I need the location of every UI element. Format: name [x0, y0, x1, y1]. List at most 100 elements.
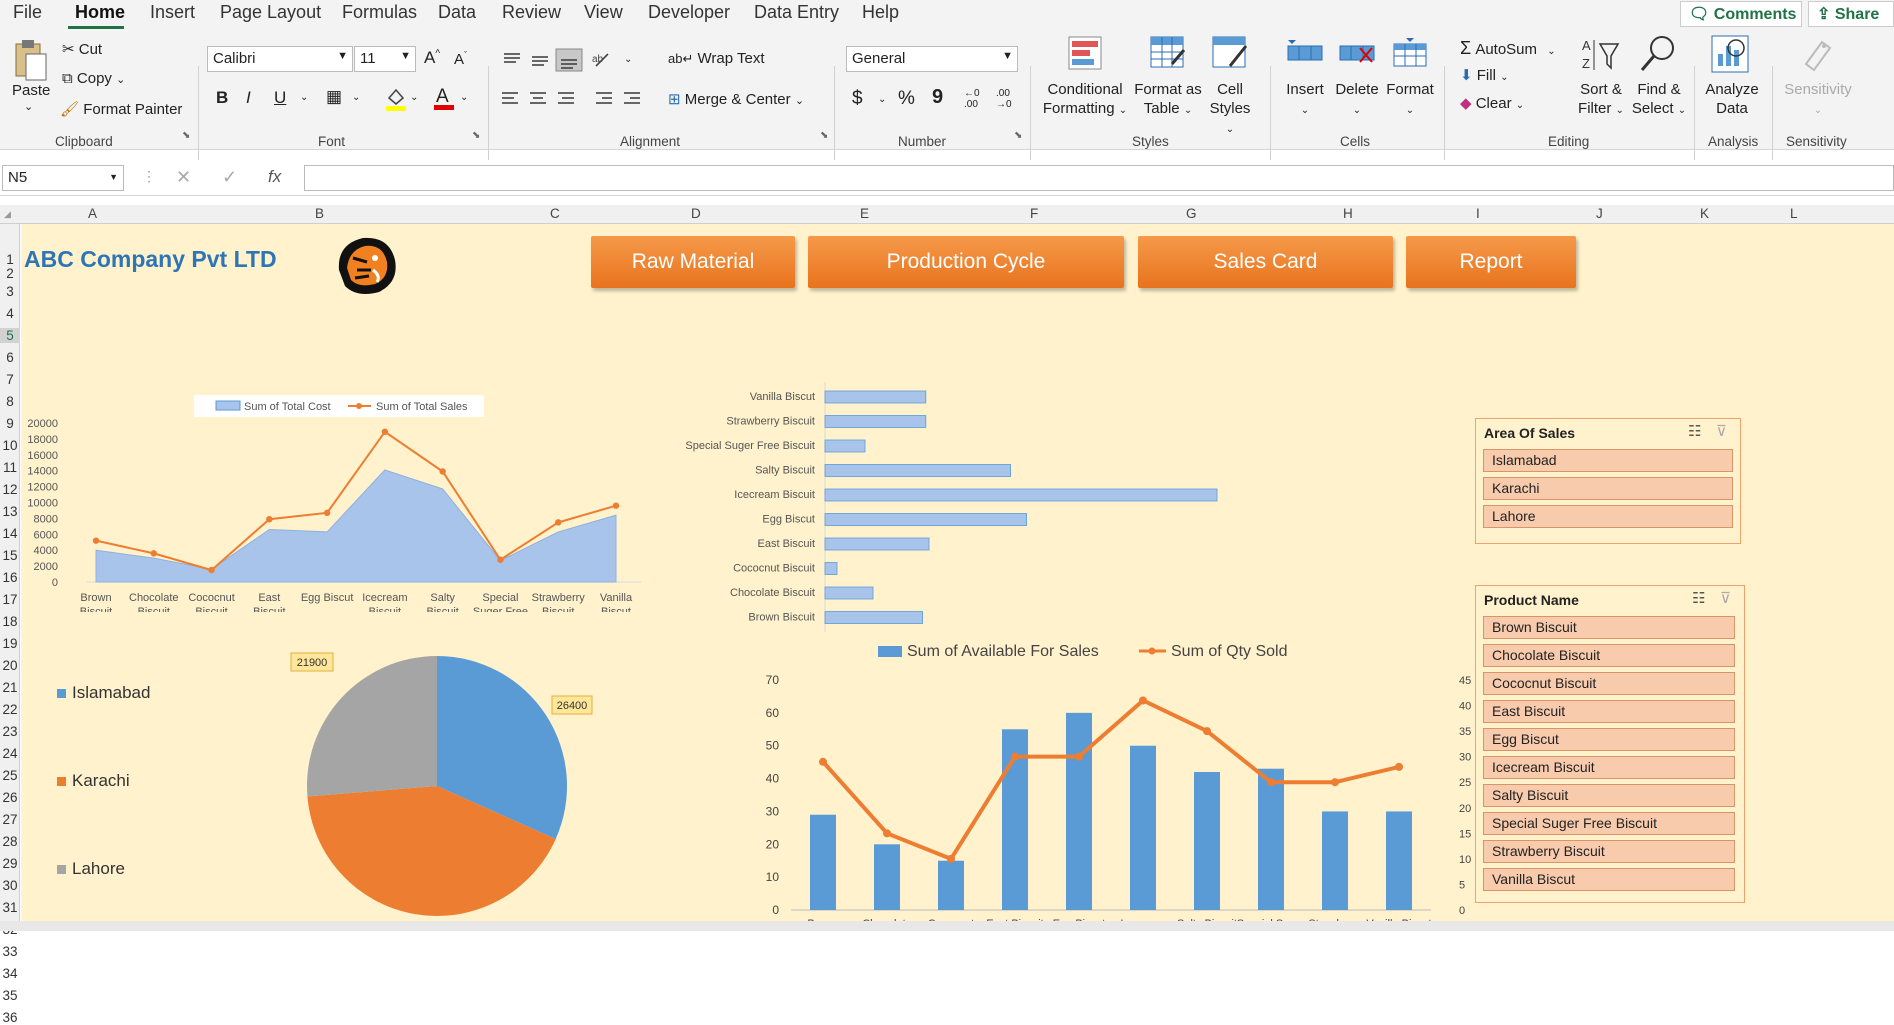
row-header-10[interactable]: 10	[0, 438, 20, 453]
fill-button[interactable]: ⬇ Fill ⌄	[1460, 66, 1508, 84]
menu-developer[interactable]: Developer	[648, 2, 730, 23]
row-header-19[interactable]: 19	[0, 636, 20, 651]
col-header-l[interactable]: L	[1790, 206, 1798, 221]
font-name-combo[interactable]: Calibri ▼	[207, 46, 353, 72]
col-header-j[interactable]: J	[1596, 206, 1603, 221]
delete-button[interactable]: Delete ⌄	[1332, 80, 1382, 120]
analyze-data-button[interactable]: Analyze Data	[1700, 80, 1764, 118]
number-format-combo[interactable]: General ▼	[846, 46, 1018, 72]
format-painter-button[interactable]: 🖌 Format Painter	[60, 100, 182, 118]
menu-help[interactable]: Help	[862, 2, 899, 23]
slicer-item-product[interactable]: Vanilla Biscut	[1483, 868, 1735, 891]
vertical-align-icons[interactable]: ab	[500, 48, 630, 72]
row-header-26[interactable]: 26	[0, 790, 20, 805]
format-button[interactable]: Format ⌄	[1384, 80, 1436, 120]
report-button[interactable]: Report	[1406, 236, 1576, 288]
row-header-4[interactable]: 4	[0, 306, 20, 321]
horizontal-align-icons[interactable]	[500, 88, 650, 110]
slicer-item-product[interactable]: Special Suger Free Biscuit	[1483, 812, 1735, 835]
menu-file[interactable]: File	[13, 2, 42, 23]
slicer-item-product[interactable]: Cococnut Biscuit	[1483, 672, 1735, 695]
row-header-13[interactable]: 13	[0, 504, 20, 519]
formula-input[interactable]	[304, 165, 1894, 191]
row-header-25[interactable]: 25	[0, 768, 20, 783]
function-icon[interactable]: fx	[268, 167, 281, 187]
paste-icon[interactable]	[12, 38, 48, 84]
decrease-font-icon[interactable]: Aˇ	[454, 50, 467, 68]
sales-card-button[interactable]: Sales Card	[1138, 236, 1393, 288]
col-header-g[interactable]: G	[1186, 206, 1197, 221]
font-color-dropdown-icon[interactable]: ⌄	[460, 92, 468, 103]
row-header-12[interactable]: 12	[0, 482, 20, 497]
name-box[interactable]: N5 ▼	[2, 165, 124, 191]
col-header-i[interactable]: I	[1476, 206, 1480, 221]
col-header-e[interactable]: E	[860, 206, 869, 221]
row-header-17[interactable]: 17	[0, 592, 20, 607]
row-header-21[interactable]: 21	[0, 680, 20, 695]
clear-filter-icon[interactable]: ⊽	[1716, 422, 1727, 440]
comma-button[interactable]: 9	[932, 86, 943, 109]
row-header-15[interactable]: 15	[0, 548, 20, 563]
col-header-k[interactable]: K	[1700, 206, 1709, 221]
production-cycle-button[interactable]: Production Cycle	[808, 236, 1124, 288]
menu-home[interactable]: Home	[75, 2, 125, 23]
cut-button[interactable]: ✂ Cut	[62, 40, 102, 58]
slicer-item-product[interactable]: Egg Biscut	[1483, 728, 1735, 751]
fill-color-icon[interactable]	[384, 86, 408, 112]
row-header-1[interactable]: 1	[0, 252, 20, 267]
row-header-33[interactable]: 33	[0, 944, 20, 959]
menu-data-entry[interactable]: Data Entry	[754, 2, 839, 23]
menu-formulas[interactable]: Formulas	[342, 2, 417, 23]
currency-dropdown-icon[interactable]: ⌄	[878, 94, 886, 105]
paste-dropdown-icon[interactable]: ⌄	[24, 100, 33, 113]
col-header-b[interactable]: B	[315, 206, 324, 221]
slicer-item-product[interactable]: Chocolate Biscuit	[1483, 644, 1735, 667]
row-header-23[interactable]: 23	[0, 724, 20, 739]
font-launcher-icon[interactable]: ⬊	[472, 130, 480, 141]
menu-page-layout[interactable]: Page Layout	[220, 2, 321, 23]
multi-select-icon[interactable]: ☷	[1692, 589, 1705, 607]
row-header-14[interactable]: 14	[0, 526, 20, 541]
insert-button[interactable]: Insert ⌄	[1282, 80, 1328, 120]
paste-button[interactable]: Paste	[12, 82, 50, 99]
comments-button[interactable]: 🗨 Comments	[1680, 1, 1802, 27]
menu-review[interactable]: Review	[502, 2, 561, 23]
col-header-d[interactable]: D	[691, 206, 701, 221]
multi-select-icon[interactable]: ☷	[1688, 422, 1701, 440]
menu-data[interactable]: Data	[438, 2, 476, 23]
slicer-item-product[interactable]: Icecream Biscuit	[1483, 756, 1735, 779]
increase-decimal-button[interactable]: ←0 .00	[964, 88, 988, 110]
find-select-button[interactable]: Find & Select ⌄	[1630, 80, 1688, 120]
wrap-text-button[interactable]: ab↵ Wrap Text	[668, 50, 765, 67]
alignment-launcher-icon[interactable]: ⬊	[820, 130, 828, 141]
check-icon[interactable]: ✓	[222, 167, 237, 188]
sensitivity-button[interactable]: Sensitivity ⌄	[1780, 80, 1856, 120]
currency-button[interactable]: $	[852, 88, 863, 110]
slicer-item-product[interactable]: Brown Biscuit	[1483, 616, 1735, 639]
col-header-h[interactable]: H	[1343, 206, 1353, 221]
clear-filter-icon[interactable]: ⊽	[1720, 589, 1731, 607]
cell-styles-button[interactable]: Cell Styles ⌄	[1204, 80, 1256, 139]
conditional-formatting-button[interactable]: Conditional Formatting ⌄	[1042, 80, 1128, 120]
font-color-icon[interactable]: A	[432, 84, 456, 112]
col-header-c[interactable]: C	[550, 206, 560, 221]
row-header-29[interactable]: 29	[0, 856, 20, 871]
copy-button[interactable]: ⧉ Copy ⌄	[62, 70, 125, 87]
row-header-24[interactable]: 24	[0, 746, 20, 761]
italic-button[interactable]: I	[246, 88, 251, 108]
clear-button[interactable]: ◆ Clear ⌄	[1460, 94, 1524, 112]
row-header-9[interactable]: 9	[0, 416, 20, 431]
decrease-decimal-button[interactable]: .00 →0	[996, 88, 1020, 110]
row-header-6[interactable]: 6	[0, 350, 20, 365]
slicer-item-lahore[interactable]: Lahore	[1483, 505, 1733, 528]
row-header-20[interactable]: 20	[0, 658, 20, 673]
underline-dropdown-icon[interactable]: ⌄	[300, 92, 308, 103]
col-header-a[interactable]: A	[88, 206, 97, 221]
percent-button[interactable]: %	[898, 88, 915, 110]
row-header-22[interactable]: 22	[0, 702, 20, 717]
menu-view[interactable]: View	[584, 2, 623, 23]
row-header-28[interactable]: 28	[0, 834, 20, 849]
row-header-35[interactable]: 35	[0, 988, 20, 1003]
row-header-30[interactable]: 30	[0, 878, 20, 893]
row-header-5[interactable]: 5	[0, 328, 20, 343]
